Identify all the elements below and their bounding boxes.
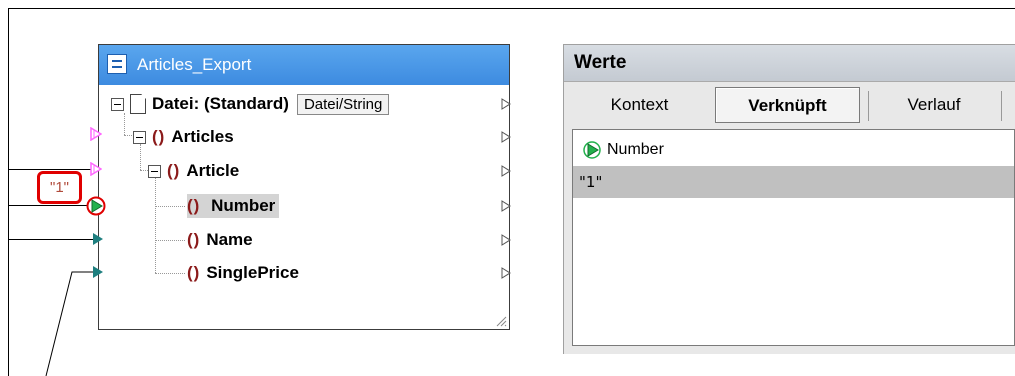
selected-port-icon[interactable] xyxy=(86,196,106,216)
tab-separator xyxy=(1001,91,1002,121)
input-port-icon[interactable] xyxy=(90,127,102,141)
panel-title: Werte xyxy=(564,45,1015,82)
tree-row-article[interactable]: () Article xyxy=(148,156,239,186)
output-port-icon[interactable] xyxy=(501,165,511,177)
element-icon: () xyxy=(187,230,201,249)
element-icon: () xyxy=(187,263,201,282)
tree-row-name[interactable]: () Name xyxy=(187,225,253,255)
node-label: Articles xyxy=(171,127,234,146)
node-label: SinglePrice xyxy=(206,263,299,282)
input-port-icon[interactable] xyxy=(93,233,103,245)
list-item-value: "1" xyxy=(579,173,603,191)
file-label: Datei: (Standard) xyxy=(152,94,289,113)
output-port-icon[interactable] xyxy=(501,200,511,212)
tab-kontext[interactable]: Kontext xyxy=(572,87,707,123)
selected-node: () Number xyxy=(187,194,280,218)
output-port-icon[interactable] xyxy=(501,267,511,279)
tree-line xyxy=(140,170,148,171)
list-header-row[interactable]: Number xyxy=(573,134,1014,166)
tree-line xyxy=(155,206,185,207)
node-label: Number xyxy=(211,196,276,215)
resize-grip-icon[interactable] xyxy=(495,315,507,327)
output-port-icon[interactable] xyxy=(501,131,511,143)
constant-value-box[interactable]: "1" xyxy=(37,171,82,204)
element-icon: () xyxy=(187,196,201,215)
node-label: Article xyxy=(186,161,240,180)
values-list[interactable]: Number "1" xyxy=(572,129,1015,346)
tree-row-file[interactable]: Datei: (Standard) Datei/String xyxy=(111,89,390,119)
list-item[interactable]: "1" xyxy=(573,166,1014,198)
element-icon: () xyxy=(167,161,181,180)
output-port-icon[interactable] xyxy=(501,234,511,246)
tree-line xyxy=(155,240,185,241)
values-panel: Werte Kontext Verknüpft Verlauf Number "… xyxy=(563,44,1015,354)
component-structure-icon xyxy=(107,54,127,74)
tree-row-number[interactable]: () Number xyxy=(187,191,280,221)
tree-row-singleprice[interactable]: () SinglePrice xyxy=(187,258,299,288)
collapse-icon[interactable] xyxy=(111,97,124,111)
collapse-icon[interactable] xyxy=(148,164,161,178)
tree-line xyxy=(155,273,185,274)
input-port-icon[interactable] xyxy=(93,266,103,278)
tab-verlauf[interactable]: Verlauf xyxy=(869,87,999,123)
component-header[interactable]: Articles_Export xyxy=(99,45,509,85)
element-icon: () xyxy=(152,127,166,146)
green-play-port-icon xyxy=(583,141,601,159)
tab-bar: Kontext Verknüpft Verlauf xyxy=(572,87,1015,125)
output-port-icon[interactable] xyxy=(501,98,511,110)
tree-line xyxy=(155,178,156,273)
tab-verknuepft[interactable]: Verknüpft xyxy=(715,87,860,123)
node-label: Name xyxy=(206,230,253,249)
tree-row-articles[interactable]: () Articles xyxy=(133,122,234,152)
mapping-component[interactable]: Articles_Export Datei: (Standard) Datei/… xyxy=(98,44,511,330)
list-header-label: Number xyxy=(607,141,664,158)
document-icon xyxy=(130,94,146,114)
file-string-button[interactable]: Datei/String xyxy=(296,93,390,115)
collapse-icon[interactable] xyxy=(133,130,146,144)
input-port-icon[interactable] xyxy=(90,162,102,176)
constant-value: "1" xyxy=(50,179,69,196)
tree-line xyxy=(124,135,132,136)
component-title: Articles_Export xyxy=(137,55,252,74)
